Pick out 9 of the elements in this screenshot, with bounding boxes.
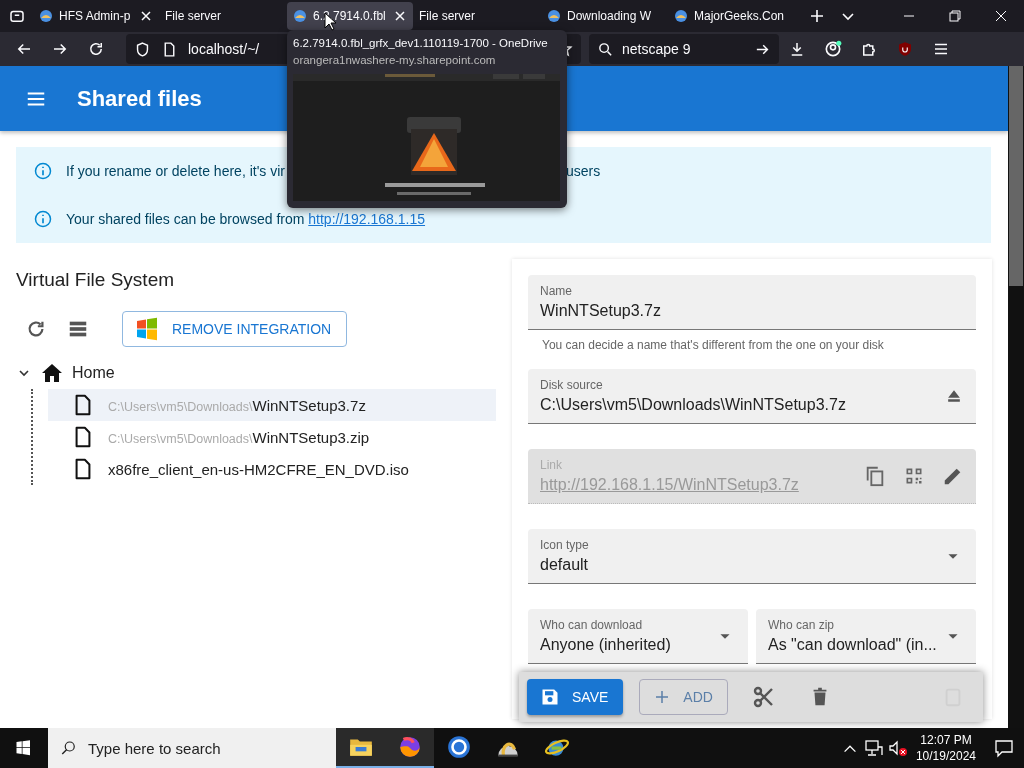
url-text: localhost/~/ [188, 41, 260, 57]
alert-text: users [566, 163, 601, 179]
alert-text: If you rename or delete here, it's vir [66, 163, 285, 179]
section-title: Virtual File System [16, 269, 176, 292]
alert-text: Your shared files can be browsed from http://192.168.1.15 [66, 211, 426, 227]
helper-text: You can decide a name that's different from the one on your disk [542, 338, 885, 352]
tooltip-url: orangera1nwashere-my.sharepoint.com [293, 53, 497, 67]
page-title: Shared files [77, 85, 202, 112]
tooltip-title: 6.2.7914.0.fbl_grfx_dev1.110119-1700 - OneDrive [293, 36, 548, 50]
